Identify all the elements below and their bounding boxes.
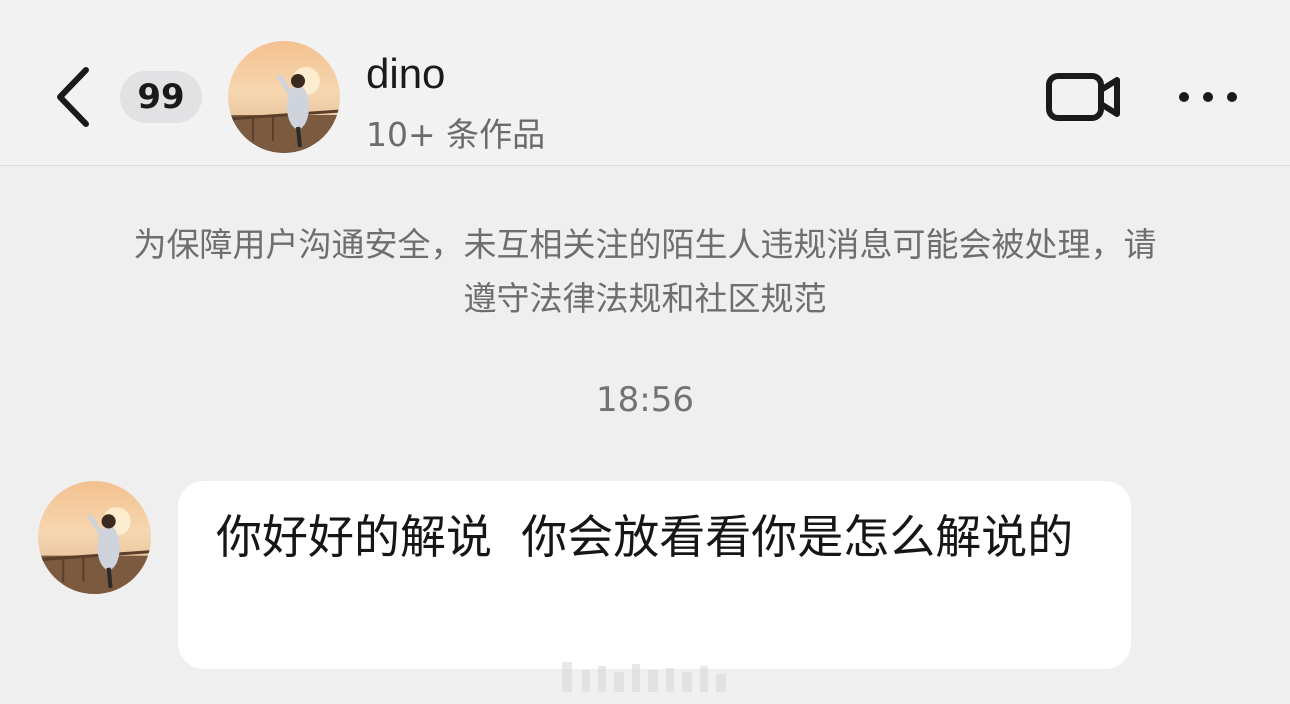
more-options-button[interactable]	[1175, 80, 1241, 114]
safety-notice: 为保障用户沟通安全，未互相关注的陌生人违规消息可能会被处理，请遵守法律法规和社区…	[133, 225, 1157, 318]
message-bubble[interactable]: 你好好的解说 你会放看看你是怎么解说的	[178, 481, 1131, 669]
message-text: 你好好的解说 你会放看看你是怎么解说的	[216, 510, 1074, 564]
chevron-left-icon	[57, 67, 89, 127]
unread-count-badge[interactable]: 99	[120, 71, 202, 123]
more-horizontal-icon	[1179, 92, 1237, 102]
sender-avatar[interactable]	[38, 481, 151, 594]
message-timestamp: 18:56	[596, 380, 694, 420]
watermark-bars	[562, 662, 726, 692]
contact-avatar[interactable]	[228, 41, 340, 153]
chat-header: 99 dino 10+ 条作品	[0, 0, 1290, 166]
contact-name[interactable]: dino	[366, 50, 445, 98]
contact-works-count: 10+ 条作品	[366, 115, 546, 154]
back-button[interactable]	[48, 62, 96, 132]
video-call-button[interactable]	[1045, 70, 1123, 124]
video-camera-icon	[1046, 73, 1120, 121]
